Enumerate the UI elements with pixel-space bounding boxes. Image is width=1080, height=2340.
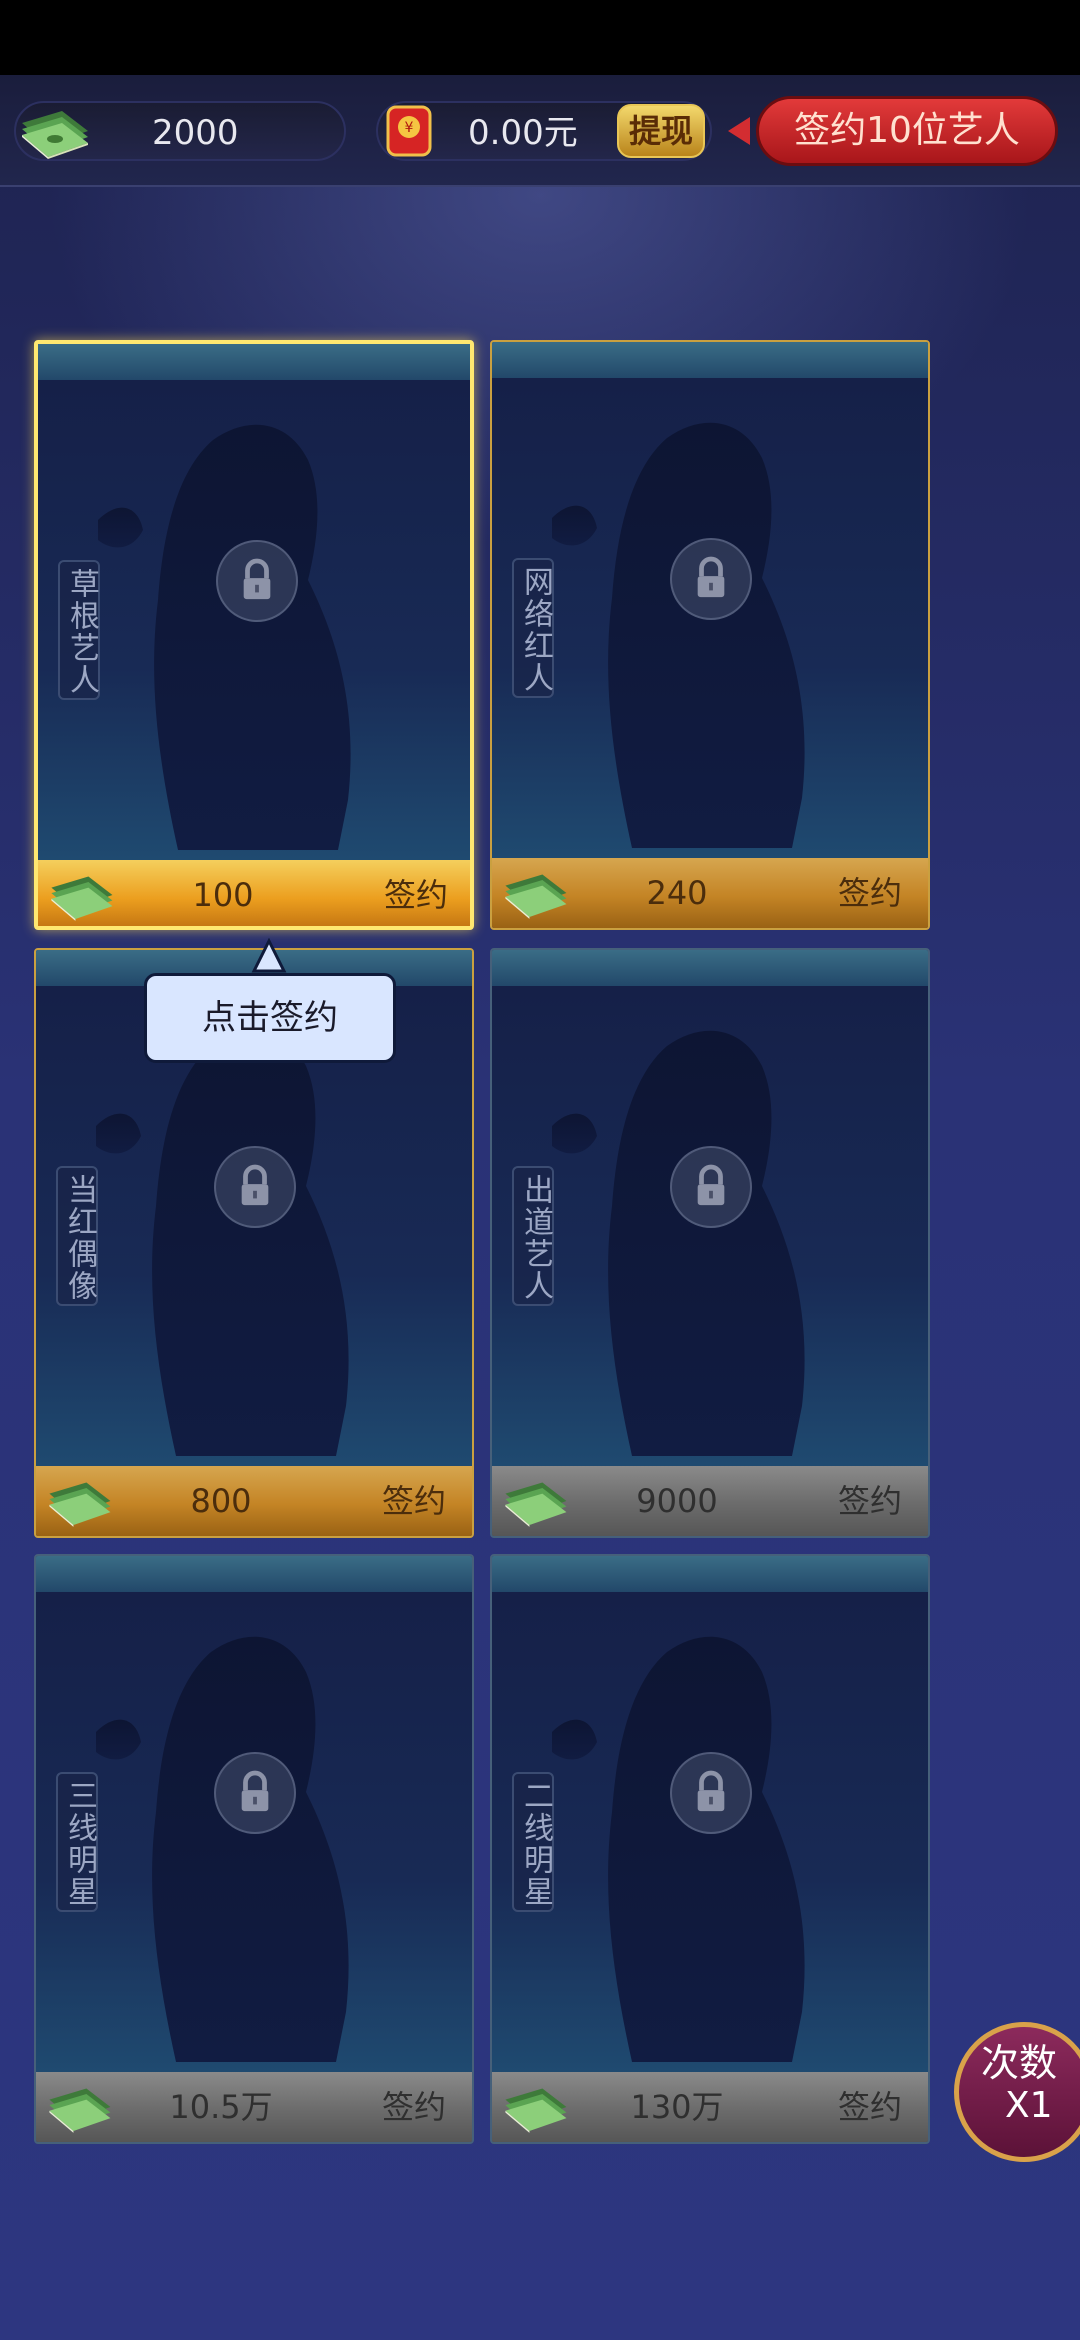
times-value: X1 (1005, 2085, 1053, 2126)
sign-price: 240 (646, 874, 708, 912)
artist-card-second-tier-star[interactable]: 二线明星 130万 签约 (490, 1554, 930, 2144)
card-tier-label: 三线明星 (56, 1772, 98, 1912)
card-image: 三线明星 (36, 1592, 472, 2072)
status-bar (0, 0, 1080, 75)
artist-card-third-tier-star[interactable]: 三线明星 10.5万 签约 (34, 1554, 474, 2144)
sign-price: 9000 (636, 1482, 718, 1520)
card-image: 出道艺人 (492, 986, 928, 1466)
card-header (492, 1556, 928, 1592)
lock-icon (670, 1752, 752, 1834)
cash-balance-value: 2000 (152, 113, 239, 153)
sign-price: 10.5万 (169, 2088, 273, 2126)
sign-ten-arrow-icon (728, 117, 750, 145)
lock-icon (670, 1146, 752, 1228)
card-tier-label: 二线明星 (512, 1772, 554, 1912)
card-header (36, 1556, 472, 1592)
card-header (492, 950, 928, 986)
lock-icon (216, 540, 298, 622)
sign-button-label: 签约 (837, 1482, 902, 1520)
withdraw-button[interactable]: 提现 (617, 104, 705, 158)
sign-price-bar[interactable]: 100 签约 (38, 860, 470, 926)
card-image: 二线明星 (492, 1592, 928, 2072)
card-tier-label: 当红偶像 (56, 1166, 98, 1306)
tooltip-arrow-icon (251, 938, 287, 973)
sign-price-bar[interactable]: 800 签约 (36, 1466, 472, 1536)
cash-stack-icon (22, 111, 88, 159)
card-image: 草根艺人 (38, 380, 470, 860)
card-tier-label: 出道艺人 (512, 1166, 554, 1306)
sign-price-bar[interactable]: 10.5万 签约 (36, 2072, 472, 2142)
artist-card-internet-celebrity[interactable]: 网络红人 240 签约 (490, 340, 930, 930)
card-header (492, 342, 928, 378)
card-header (38, 344, 470, 380)
artist-card-debut[interactable]: 出道艺人 9000 签约 (490, 948, 930, 1538)
lock-icon (214, 1146, 296, 1228)
card-tier-label: 草根艺人 (58, 560, 100, 700)
sign-price: 130万 (630, 2088, 724, 2126)
sign-button-label: 签约 (837, 874, 902, 912)
card-tier-label: 网络红人 (512, 558, 554, 698)
sign-button-label: 签约 (381, 1482, 446, 1520)
money-balance-value: 0.00元 (468, 113, 578, 153)
times-label: 次数 (981, 2041, 1058, 2085)
sign-price-bar[interactable]: 240 签约 (492, 858, 928, 928)
sign-price-bar[interactable]: 9000 签约 (492, 1466, 928, 1536)
artist-card-grassroots[interactable]: 草根艺人 100 签约 (34, 340, 474, 930)
sign-price-bar[interactable]: 130万 签约 (492, 2072, 928, 2142)
sign-button-label: 签约 (381, 2088, 446, 2126)
sign-price: 100 (192, 876, 254, 914)
tap-to-sign-tooltip: 点击签约 (144, 973, 396, 1063)
card-image: 网络红人 (492, 378, 928, 858)
red-envelope-icon: ¥ (386, 105, 432, 157)
lock-icon (670, 538, 752, 620)
sign-button-label: 签约 (837, 2088, 902, 2126)
sign-button-label: 签约 (383, 876, 448, 914)
svg-text:¥: ¥ (405, 120, 414, 136)
sign-ten-artists-button[interactable]: 签约10位艺人 (756, 96, 1058, 166)
lock-icon (214, 1752, 296, 1834)
sign-price: 800 (190, 1482, 252, 1520)
